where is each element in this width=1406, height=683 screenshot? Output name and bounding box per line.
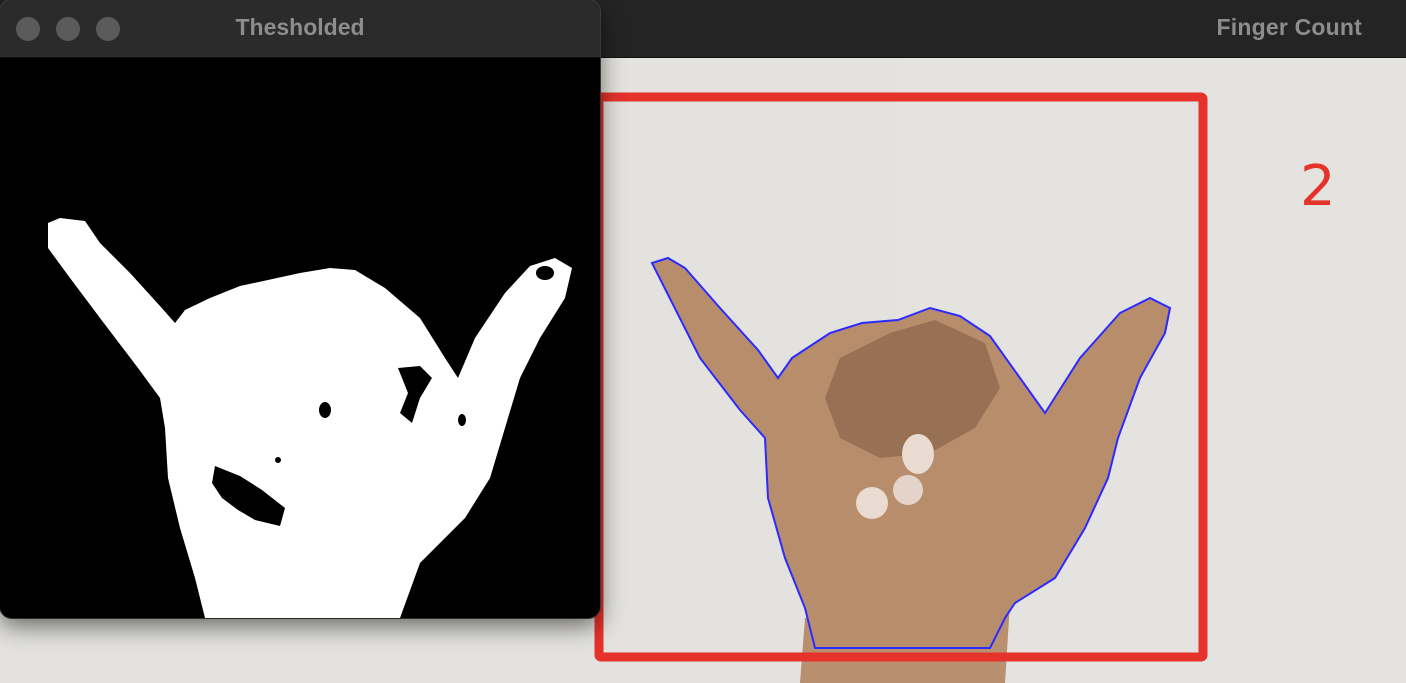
fingernail xyxy=(856,487,888,519)
threshold-image xyxy=(0,58,600,618)
threshold-window: Thesholded xyxy=(0,0,600,618)
fingernail xyxy=(893,475,923,505)
threshold-titlebar[interactable]: Thesholded xyxy=(0,0,600,58)
fingernail xyxy=(902,434,934,474)
threshold-title: Thesholded xyxy=(235,14,365,40)
finger-count-title: Finger Count xyxy=(1216,14,1362,40)
finger-count-value: 2 xyxy=(1300,154,1336,219)
binary-mask xyxy=(0,58,600,618)
